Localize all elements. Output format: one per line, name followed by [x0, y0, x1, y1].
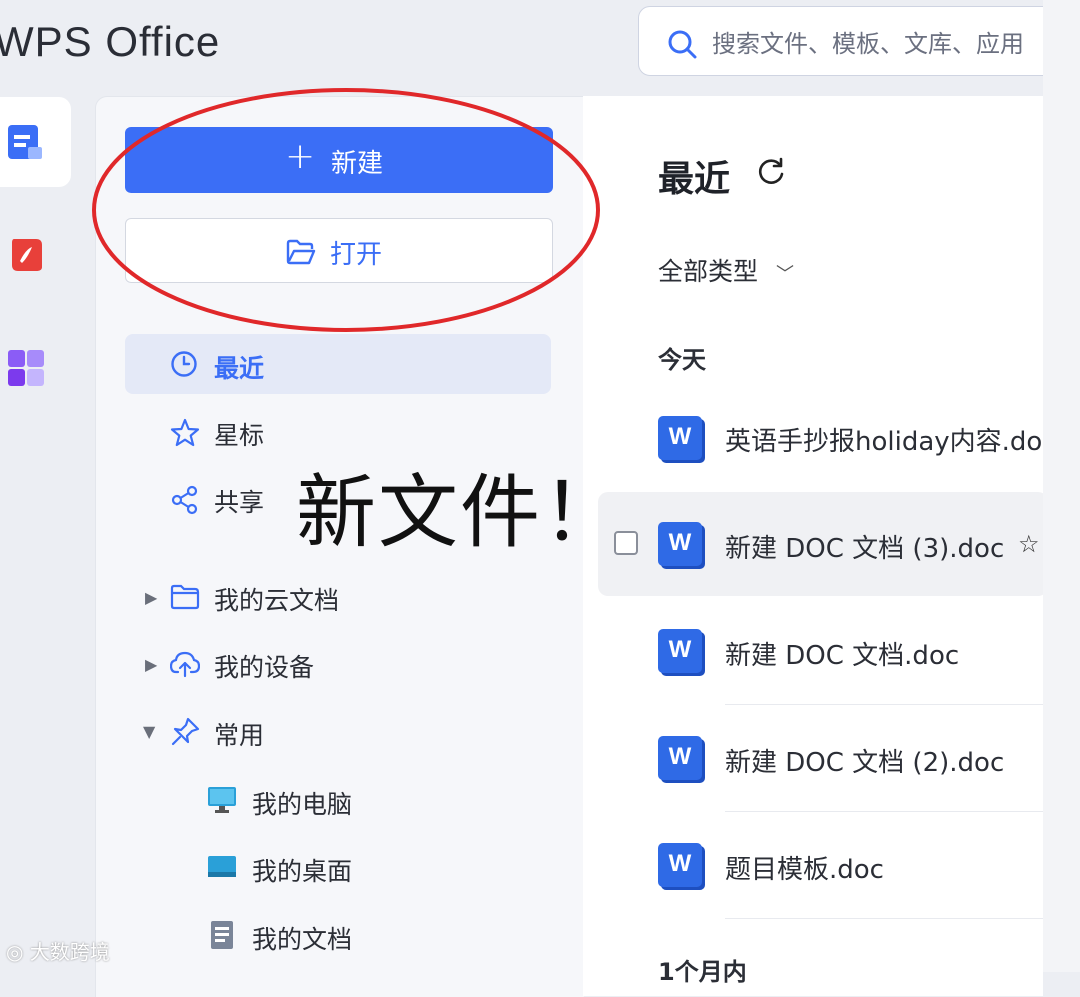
- search-input[interactable]: 搜索文件、模板、文库、应用: [712, 24, 1024, 59]
- nav-item-devices[interactable]: 我的设备: [214, 648, 314, 684]
- file-name[interactable]: 题目模板.doc: [725, 849, 884, 886]
- docs-app-icon[interactable]: [6, 123, 46, 163]
- app-logo: WPS Office: [0, 18, 221, 65]
- cloud-folder-icon: [170, 584, 200, 610]
- pdf-app-icon[interactable]: [10, 237, 44, 273]
- nav-item-common[interactable]: 常用: [214, 716, 264, 752]
- nav-label-recent[interactable]: 最近: [214, 349, 264, 385]
- nav-item-my-computer[interactable]: 我的电脑: [252, 785, 352, 821]
- search-icon: [668, 30, 697, 59]
- cloud-upload-icon: [170, 651, 200, 678]
- nav-item-shared[interactable]: 共享: [214, 483, 264, 519]
- clock-icon: [171, 351, 197, 377]
- weibo-logo-icon: ◎: [6, 940, 30, 964]
- file-name[interactable]: 新建 DOC 文档 (3).doc: [725, 528, 1004, 565]
- expand-right-icon[interactable]: ▶: [145, 588, 157, 607]
- section-today: 今天: [658, 346, 706, 374]
- annotation-circle: [92, 88, 600, 332]
- page-title: 最近: [658, 159, 731, 200]
- divider: [725, 704, 1045, 705]
- share-icon: [171, 485, 198, 515]
- right-edge: [1043, 0, 1080, 972]
- divider: [725, 811, 1045, 812]
- word-doc-icon: W: [658, 629, 702, 673]
- expand-right-icon[interactable]: ▶: [145, 655, 157, 674]
- chevron-down-icon: ﹀: [775, 264, 794, 285]
- word-doc-icon: W: [658, 843, 702, 887]
- refresh-icon[interactable]: [756, 156, 786, 186]
- apps-icon[interactable]: [6, 348, 46, 388]
- nav-item-starred[interactable]: 星标: [214, 416, 264, 452]
- star-outline-icon[interactable]: ☆: [1018, 530, 1040, 558]
- document-icon: [211, 921, 233, 949]
- type-filter[interactable]: 全部类型 ﹀: [658, 252, 794, 288]
- star-icon: [170, 418, 200, 447]
- nav-item-my-documents[interactable]: 我的文档: [252, 920, 352, 956]
- watermark-text: 大数跨境: [29, 940, 110, 964]
- computer-icon: [208, 787, 236, 813]
- nav-item-my-desktop[interactable]: 我的桌面: [252, 852, 352, 888]
- annotation-text: 新文件！: [296, 466, 624, 559]
- pin-icon: [171, 717, 200, 746]
- file-name[interactable]: 新建 DOC 文档 (2).doc: [725, 742, 1004, 779]
- word-doc-icon: W: [658, 736, 702, 780]
- file-name[interactable]: 英语手抄报holiday内容.doc: [725, 421, 1057, 458]
- nav-item-cloud-docs[interactable]: 我的云文档: [214, 581, 339, 617]
- word-doc-icon: W: [658, 416, 702, 460]
- file-name[interactable]: 新建 DOC 文档.doc: [725, 635, 959, 672]
- type-filter-label: 全部类型: [658, 257, 759, 286]
- expand-down-icon[interactable]: ▼: [143, 722, 155, 741]
- section-month: 1个月内: [658, 958, 747, 986]
- word-doc-icon: W: [658, 522, 702, 566]
- divider: [725, 918, 1045, 919]
- watermark: ◎ 大数跨境: [6, 936, 110, 965]
- desktop-icon: [208, 856, 236, 877]
